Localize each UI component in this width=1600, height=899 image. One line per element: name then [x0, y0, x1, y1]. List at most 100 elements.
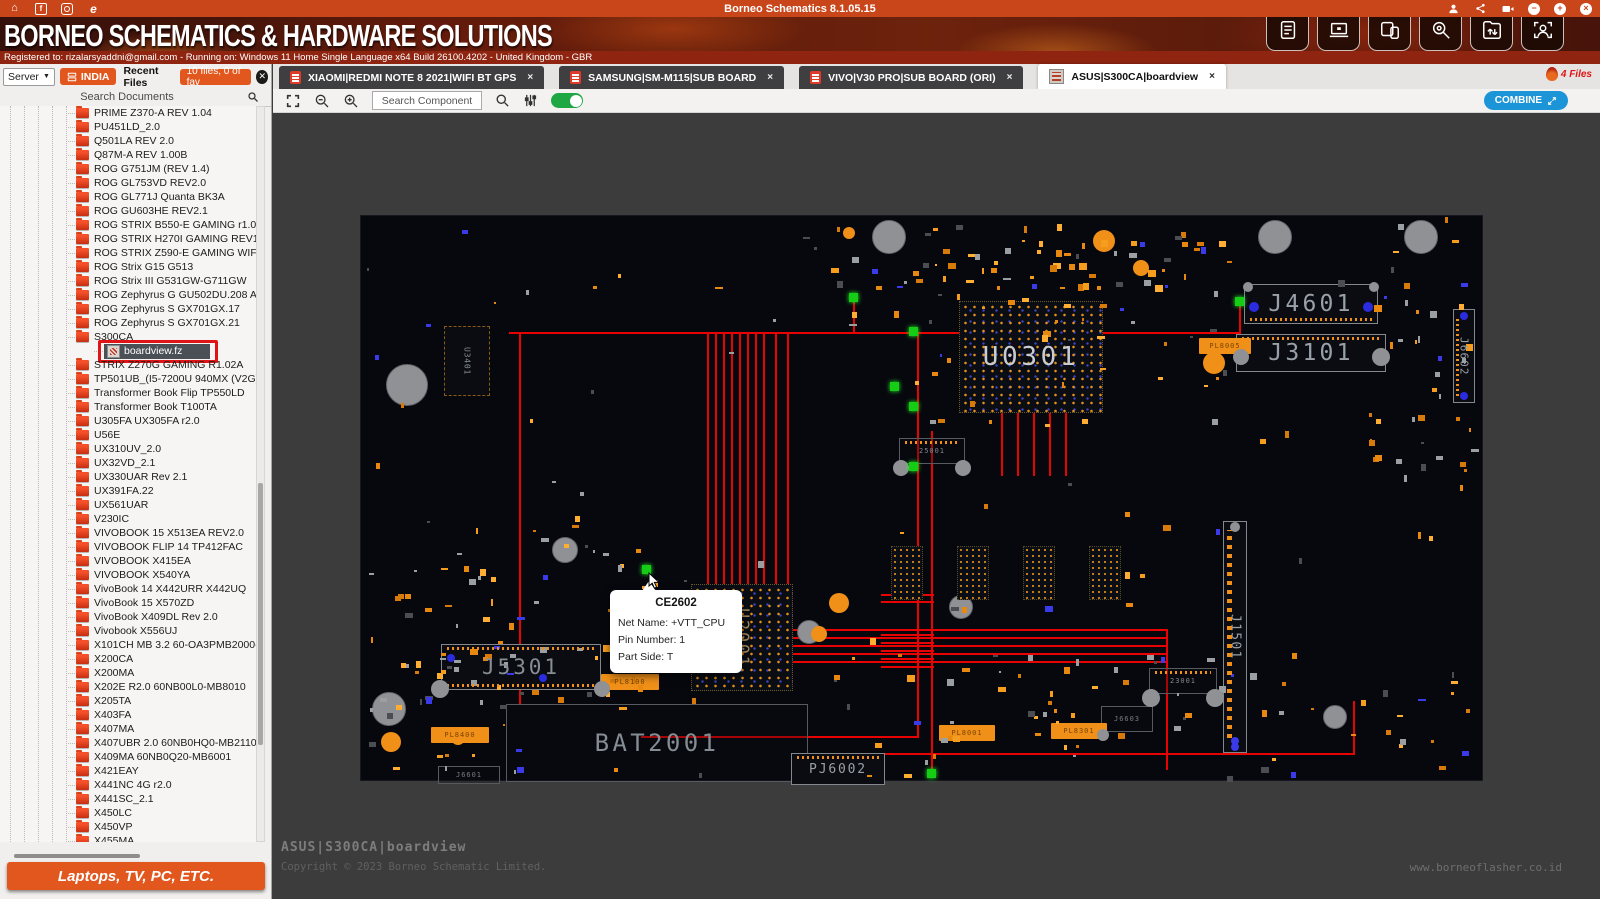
tree-item-content[interactable]: VIVOBOOK 15 X513EA REV2.0 — [76, 527, 244, 539]
fit-screen-button[interactable] — [285, 93, 301, 109]
tree-item-content[interactable]: VivoBook 14 X442URR X442UQ — [76, 583, 246, 595]
minimize-button[interactable]: − — [1528, 3, 1540, 15]
tree-item-content[interactable]: UX32VD_2.1 — [76, 457, 155, 469]
pcb-board[interactable]: U0301U2001U3401J4601J3101J6602J1501J5301… — [360, 215, 1483, 781]
tree-item-file[interactable]: boardview.fz — [0, 344, 256, 358]
tree-item[interactable]: X450LC — [0, 806, 256, 820]
board-component-j6603[interactable]: J6603 — [1101, 706, 1153, 732]
tab-close-button[interactable]: × — [527, 72, 533, 83]
board-component-u1502[interactable] — [1023, 546, 1055, 600]
tree-item[interactable]: X421EAY — [0, 764, 256, 778]
tree-item-content[interactable]: STRIX Z270G GAMING R1.02A — [76, 359, 243, 371]
tree-item[interactable]: Q87M-A REV 1.00B — [0, 148, 256, 162]
tree-item[interactable]: ROG STRIX B550-E GAMING r1.04X — [0, 218, 256, 232]
tree-item[interactable]: VIVOBOOK 15 X513EA REV2.0 — [0, 526, 256, 540]
tree-item[interactable]: PRIME Z370-A REV 1.04 — [0, 106, 256, 120]
search-tool-button[interactable] — [1419, 17, 1462, 51]
tree-item[interactable]: X202E R2.0 60NB00L0-MB8010 — [0, 680, 256, 694]
tree-item[interactable]: X441SC_2.1 — [0, 792, 256, 806]
tree-item-content[interactable]: Vivobook X556UJ — [76, 625, 177, 637]
tree-item-content[interactable]: TP501UB_(I5-7200U 940MX (V2G)) Rev 2 — [76, 373, 256, 385]
tree-item-content[interactable]: VIVOBOOK X415EA — [76, 555, 191, 567]
tree-selected-item[interactable]: boardview.fz — [104, 344, 210, 359]
tree-item-content[interactable]: ROG Strix III G531GW-G711GW — [76, 275, 246, 287]
tree-item[interactable]: ROG Zephyrus S GX701GX.21 — [0, 316, 256, 330]
tree-item-content[interactable]: X421EAY — [76, 765, 139, 777]
board-component-pj6002[interactable]: PJ6002 — [791, 753, 885, 785]
tree-item-content[interactable]: Q501LA REV 2.0 — [76, 135, 174, 147]
board-component-j6602[interactable]: J6602 — [1453, 309, 1475, 403]
board-component-u3401[interactable]: U3401 — [444, 326, 490, 396]
tree-item[interactable]: X450VP — [0, 820, 256, 834]
tree-item[interactable]: V230IC — [0, 512, 256, 526]
tree-item-content[interactable]: ROG G751JM (REV 1.4) — [76, 163, 210, 175]
instagram-icon[interactable] — [61, 3, 73, 15]
tree-item[interactable]: VivoBook 14 X442URR X442UQ — [0, 582, 256, 596]
tree-item-content[interactable]: X455MA — [76, 835, 134, 842]
tree-item-content[interactable]: Transformer Book Flip TP550LD — [76, 387, 245, 399]
tree-item[interactable]: ROG STRIX Z590-E GAMING WIFI R1.02 — [0, 246, 256, 260]
tree-item[interactable]: UX310UV_2.0 — [0, 442, 256, 456]
tree-item-content[interactable]: UX330UAR Rev 2.1 — [76, 471, 187, 483]
tree-item[interactable]: STRIX Z270G GAMING R1.02A — [0, 358, 256, 372]
tab-close-button[interactable]: × — [1209, 71, 1215, 82]
tree-item[interactable]: VivoBook 15 X570ZD — [0, 596, 256, 610]
tree-item[interactable]: U305FA UX305FA r2.0 — [0, 414, 256, 428]
tree-item-content[interactable]: U56E — [76, 429, 120, 441]
tree-item[interactable]: UX391FA.22 — [0, 484, 256, 498]
tree-item-content[interactable]: ROG Zephyrus S GX701GX.17 — [76, 303, 240, 315]
board-component-j6601[interactable]: J6601 — [438, 766, 500, 784]
document-search-input[interactable] — [2, 88, 252, 106]
share-icon[interactable] — [1474, 2, 1487, 15]
home-icon[interactable]: ⌂ — [8, 2, 21, 15]
tree-item-content[interactable]: VivoBook X409DL Rev 2.0 — [76, 611, 218, 623]
tree-item[interactable]: Transformer Book Flip TP550LD — [0, 386, 256, 400]
tree-item[interactable]: ROG Strix III G531GW-G711GW — [0, 274, 256, 288]
board-component-23001[interactable]: 23001 — [1149, 668, 1217, 694]
devices-button[interactable] — [1368, 17, 1411, 51]
tree-item[interactable]: ROG GL753VD REV2.0 — [0, 176, 256, 190]
file-transfer-button[interactable] — [1470, 17, 1513, 51]
tree-item-content[interactable]: UX391FA.22 — [76, 485, 154, 497]
tree-item-content[interactable]: X407UBR 2.0 60NB0HQ0-MB2110 X407UB — [76, 737, 256, 749]
tree-item[interactable]: VIVOBOOK X540YA — [0, 568, 256, 582]
tree-item[interactable]: UX32VD_2.1 — [0, 456, 256, 470]
schematic-list-button[interactable] — [1266, 17, 1309, 51]
tree-item-content[interactable]: X450VP — [76, 821, 133, 833]
tree-item[interactable]: ROG G751JM (REV 1.4) — [0, 162, 256, 176]
layer-toggle[interactable] — [551, 93, 583, 108]
laptop-button[interactable] — [1317, 17, 1360, 51]
board-component-pl8400[interactable]: PL8400 — [431, 727, 489, 743]
zoom-out-button[interactable] — [314, 93, 330, 109]
tree-item-content[interactable]: ROG Strix G15 G513 — [76, 261, 193, 273]
tree-item-content[interactable]: S300CA — [76, 331, 133, 343]
tree-item-content[interactable]: VivoBook 15 X570ZD — [76, 597, 194, 609]
tree-item-content[interactable]: ROG STRIX Z590-E GAMING WIFI R1.02 — [76, 247, 256, 259]
server-dropdown[interactable]: Server▼ — [3, 68, 55, 86]
tree-item-content[interactable]: VIVOBOOK X540YA — [76, 569, 190, 581]
tree-item-content[interactable]: Transformer Book T100TA — [76, 401, 217, 413]
tree-item[interactable]: UX561UAR — [0, 498, 256, 512]
tree-item-content[interactable]: V230IC — [76, 513, 129, 525]
tree-item-content[interactable]: X205TA — [76, 695, 131, 707]
video-icon[interactable] — [1501, 2, 1514, 15]
tree-vertical-scrollbar[interactable] — [256, 106, 265, 842]
tree-item[interactable]: ROG GU603HE REV2.1 — [0, 204, 256, 218]
board-component-u1402[interactable] — [891, 546, 923, 600]
component-search-input[interactable] — [372, 91, 482, 110]
tree-item[interactable]: X407MA — [0, 722, 256, 736]
scrollbar-thumb[interactable] — [258, 483, 263, 745]
tree-item[interactable]: VivoBook X409DL Rev 2.0 — [0, 610, 256, 624]
tree-item[interactable]: Q501LA REV 2.0 — [0, 134, 256, 148]
tab-xiaomi-redmi-note-8-2021-wifi-bt-gps[interactable]: XIAOMI|REDMI NOTE 8 2021|WIFI BT GPS× — [279, 66, 544, 89]
tree-item[interactable]: X200CA — [0, 652, 256, 666]
tab-samsung-sm-m115-sub-board[interactable]: SAMSUNG|SM-M115|SUB BOARD× — [559, 66, 784, 89]
edge-browser-icon[interactable]: e — [87, 2, 100, 15]
tree-item[interactable]: PU451LD_2.0 — [0, 120, 256, 134]
tree-item[interactable]: TP501UB_(I5-7200U 940MX (V2G)) Rev 2 — [0, 372, 256, 386]
board-component-j1501[interactable]: J1501 — [1223, 521, 1247, 753]
tree-item-content[interactable]: ROG GL771J Quanta BK3A — [76, 191, 225, 203]
region-button[interactable]: INDIA — [60, 68, 117, 85]
tree-item[interactable]: VIVOBOOK FLIP 14 TP412FAC — [0, 540, 256, 554]
tree-item[interactable]: X403FA — [0, 708, 256, 722]
